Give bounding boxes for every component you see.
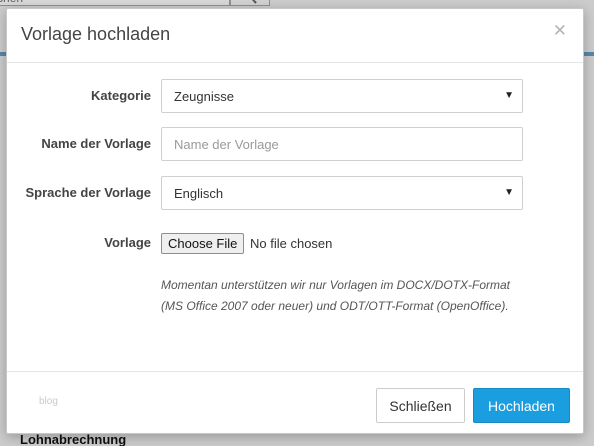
language-row: Sprache der Vorlage Englisch ▼	[7, 176, 585, 210]
category-select-value: Zeugnisse	[174, 89, 234, 104]
dialog-footer: blog Schließen Hochladen	[7, 371, 583, 433]
category-select[interactable]: Zeugnisse ▼	[161, 79, 523, 113]
upload-button[interactable]: Hochladen	[473, 388, 570, 423]
close-button[interactable]: Schließen	[376, 388, 465, 423]
dialog-title: Vorlage hochladen	[21, 24, 171, 44]
name-label: Name der Vorlage	[41, 136, 151, 151]
dialog-header: Vorlage hochladen ✕	[7, 9, 583, 63]
help-text: Momentan unterstützen wir nur Vorlagen i…	[161, 278, 511, 313]
chevron-down-icon: ▼	[504, 187, 514, 198]
close-icon[interactable]: ✕	[553, 21, 567, 41]
name-row: Name der Vorlage	[7, 127, 585, 161]
file-label: Vorlage	[104, 235, 151, 250]
file-row: Vorlage Choose File No file chosen	[7, 233, 585, 267]
file-status-text: No file chosen	[250, 236, 333, 251]
upload-template-dialog: Vorlage hochladen ✕ Kategorie Zeugnisse …	[6, 8, 584, 434]
chevron-down-icon: ▼	[504, 90, 514, 101]
choose-file-button[interactable]: Choose File	[161, 233, 245, 254]
template-name-input[interactable]	[161, 127, 523, 161]
language-label: Sprache der Vorlage	[25, 185, 151, 200]
footer-note: blog	[39, 396, 58, 407]
category-label: Kategorie	[91, 88, 151, 103]
language-select[interactable]: Englisch ▼	[161, 176, 523, 210]
category-row: Kategorie Zeugnisse ▼	[7, 79, 585, 113]
language-select-value: Englisch	[174, 186, 224, 201]
